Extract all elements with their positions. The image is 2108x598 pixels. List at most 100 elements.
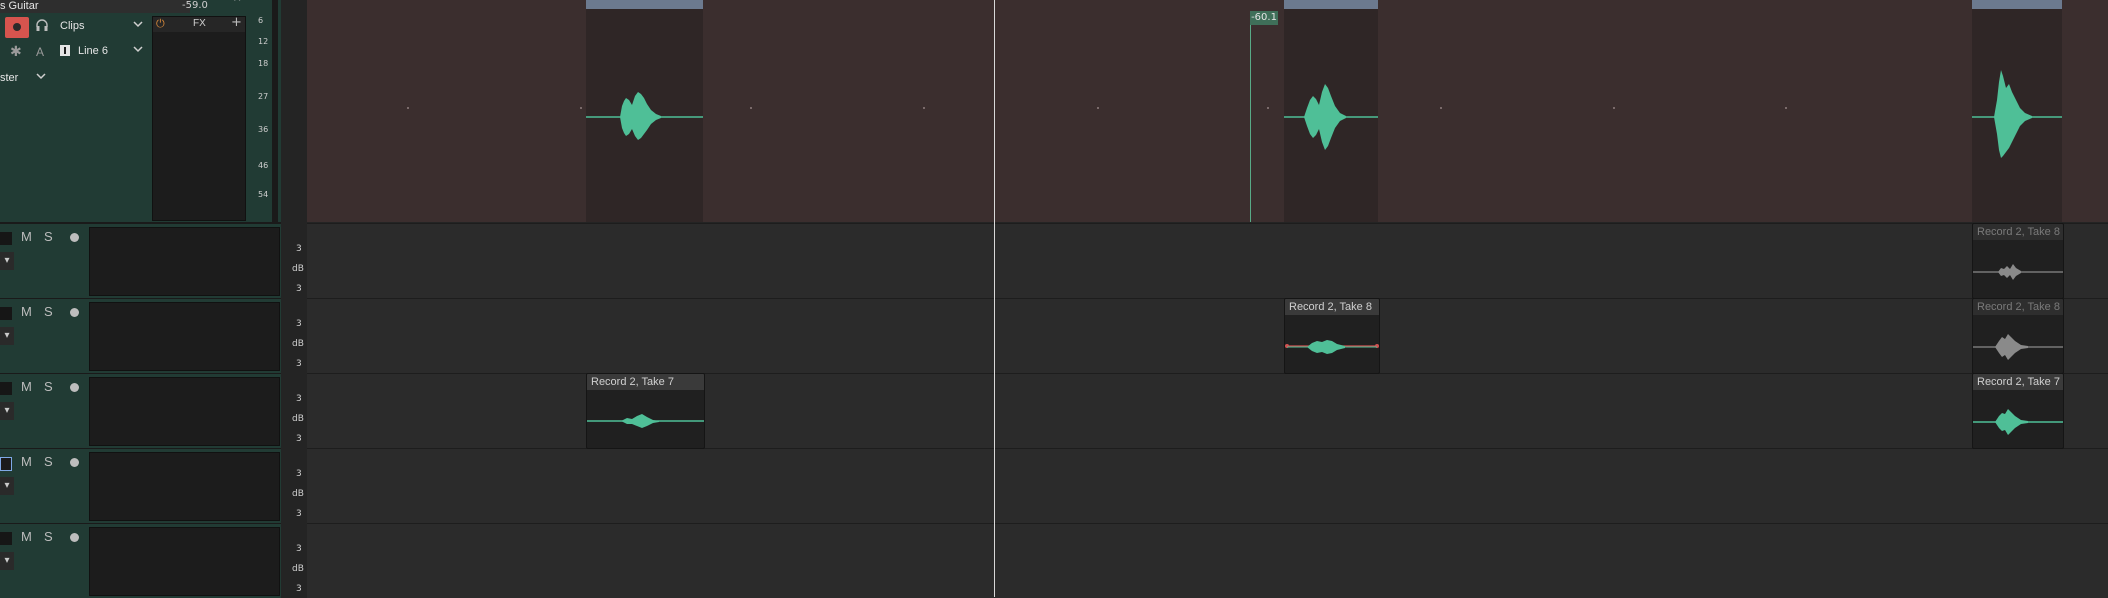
track-menu-chevron-icon[interactable]: ▾ xyxy=(0,552,14,570)
track-select-toggle[interactable] xyxy=(0,457,12,471)
track-select-toggle[interactable] xyxy=(0,382,12,395)
track-select-toggle[interactable] xyxy=(0,307,12,320)
fx-panel[interactable]: ⏻ FX + xyxy=(152,15,246,221)
waveform xyxy=(586,92,703,140)
db-top: 3 xyxy=(296,319,302,329)
record-arm-dot[interactable] xyxy=(70,308,79,317)
db-bottom: 3 xyxy=(296,584,302,594)
track-menu-chevron-icon[interactable]: ▾ xyxy=(0,327,14,345)
track-header: M S ▾ xyxy=(0,448,281,523)
comp-clip-1[interactable] xyxy=(586,0,703,222)
db-unit: dB xyxy=(292,414,304,424)
mute-button[interactable]: M xyxy=(21,304,32,319)
record-icon xyxy=(13,23,21,31)
input-channel-icon xyxy=(60,45,70,56)
waveform xyxy=(1973,334,2063,360)
take-clip[interactable]: Record 2, Take 7 xyxy=(586,373,705,449)
record-arm-button[interactable] xyxy=(5,17,29,38)
take-clip-inactive[interactable]: Record 2, Take 8 xyxy=(1972,223,2064,299)
cursor-marker-line xyxy=(1250,14,1251,222)
meter-tick: 12 xyxy=(258,37,269,46)
solo-button[interactable]: S xyxy=(44,379,53,394)
track-header: M S ▾ xyxy=(0,373,281,448)
track-lane[interactable] xyxy=(307,448,2108,523)
track-lane[interactable] xyxy=(307,523,2108,598)
track-lane[interactable] xyxy=(307,298,2108,373)
track-menu-chevron-icon[interactable]: ▾ xyxy=(0,252,14,270)
track-header: M S ▾ xyxy=(0,523,281,598)
db-scale: 3 dB 3 xyxy=(283,223,307,297)
chevron-down-icon[interactable] xyxy=(35,70,47,85)
waveform xyxy=(1972,70,2062,158)
record-arm-dot[interactable] xyxy=(70,383,79,392)
db-top: 3 xyxy=(296,394,302,404)
chevron-down-icon[interactable] xyxy=(132,43,144,58)
main-track-header: s Guitar -59.0 ^ Clips ✱ A Line 6 ster ⏻… xyxy=(0,0,281,223)
track-lane[interactable] xyxy=(307,223,2108,298)
level-meter-scale: 6 12 18 27 36 46 54 xyxy=(246,0,272,222)
output-select[interactable]: ster xyxy=(0,72,18,84)
playhead-line[interactable] xyxy=(994,0,995,597)
solo-button[interactable]: S xyxy=(44,529,53,544)
meter-peak-value: -59.0 xyxy=(182,0,208,11)
comp-clip-2[interactable] xyxy=(1284,0,1378,222)
fx-label: FX xyxy=(193,18,206,29)
mute-button[interactable]: M xyxy=(21,529,32,544)
track-select-toggle[interactable] xyxy=(0,532,12,545)
track-menu-chevron-icon[interactable]: ▾ xyxy=(0,402,14,420)
input-source-select[interactable]: Line 6 xyxy=(78,45,108,57)
input-mode-select[interactable]: Clips xyxy=(60,20,84,32)
track-fx-box[interactable] xyxy=(89,452,280,521)
meter-tick: 6 xyxy=(258,16,264,25)
track-lane[interactable] xyxy=(307,373,2108,448)
db-bottom: 3 xyxy=(296,509,302,519)
record-arm-dot[interactable] xyxy=(70,458,79,467)
mute-button[interactable]: M xyxy=(21,379,32,394)
waveform xyxy=(1285,340,1379,354)
track-select-toggle[interactable] xyxy=(0,232,12,245)
auto-a-icon[interactable]: A xyxy=(36,45,44,59)
db-bottom: 3 xyxy=(296,434,302,444)
mute-button[interactable]: M xyxy=(21,454,32,469)
db-unit: dB xyxy=(292,489,304,499)
track-fx-box[interactable] xyxy=(89,302,280,371)
waveform xyxy=(1284,84,1378,150)
db-bottom: 3 xyxy=(296,284,302,294)
power-icon[interactable]: ⏻ xyxy=(156,17,165,31)
meter-tick: 18 xyxy=(258,59,269,68)
comp-clip-3[interactable] xyxy=(1972,0,2062,222)
db-bottom: 3 xyxy=(296,359,302,369)
track-fx-box[interactable] xyxy=(89,527,280,596)
take-clip-inactive[interactable]: Record 2, Take 8 xyxy=(1972,298,2064,374)
track-fx-box[interactable] xyxy=(89,377,280,446)
solo-button[interactable]: S xyxy=(44,454,53,469)
db-scale: 3 dB 3 xyxy=(283,373,307,447)
take-clip[interactable]: Record 2, Take 8 xyxy=(1284,298,1380,374)
chevron-down-icon[interactable] xyxy=(132,18,144,33)
db-unit: dB xyxy=(292,564,304,574)
solo-button[interactable]: S xyxy=(44,304,53,319)
meter-tick: 46 xyxy=(258,161,269,170)
track-header: M S ▾ xyxy=(0,298,281,373)
record-arm-dot[interactable] xyxy=(70,533,79,542)
collapse-up-icon[interactable]: ^ xyxy=(233,0,241,8)
main-track-lane[interactable] xyxy=(307,0,2108,222)
waveform xyxy=(1973,409,2063,435)
automation-star-icon[interactable]: ✱ xyxy=(10,44,22,60)
db-unit: dB xyxy=(292,264,304,274)
db-top: 3 xyxy=(296,244,302,254)
take-clip[interactable]: Record 2, Take 7 xyxy=(1972,373,2064,449)
mute-button[interactable]: M xyxy=(21,229,32,244)
db-scale: 3 dB 3 xyxy=(283,523,307,597)
headphones-icon[interactable] xyxy=(35,18,49,36)
cursor-value-label: -60.1 xyxy=(1250,11,1278,25)
track-fx-box[interactable] xyxy=(89,227,280,296)
db-scale: 3 dB 3 xyxy=(283,448,307,522)
track-menu-chevron-icon[interactable]: ▾ xyxy=(0,477,14,495)
track-name[interactable]: s Guitar xyxy=(0,0,190,13)
record-arm-dot[interactable] xyxy=(70,233,79,242)
track-header: M S ▾ xyxy=(0,223,281,298)
add-fx-icon[interactable]: + xyxy=(231,15,242,30)
solo-button[interactable]: S xyxy=(44,229,53,244)
db-scale: 3 dB 3 xyxy=(283,298,307,372)
